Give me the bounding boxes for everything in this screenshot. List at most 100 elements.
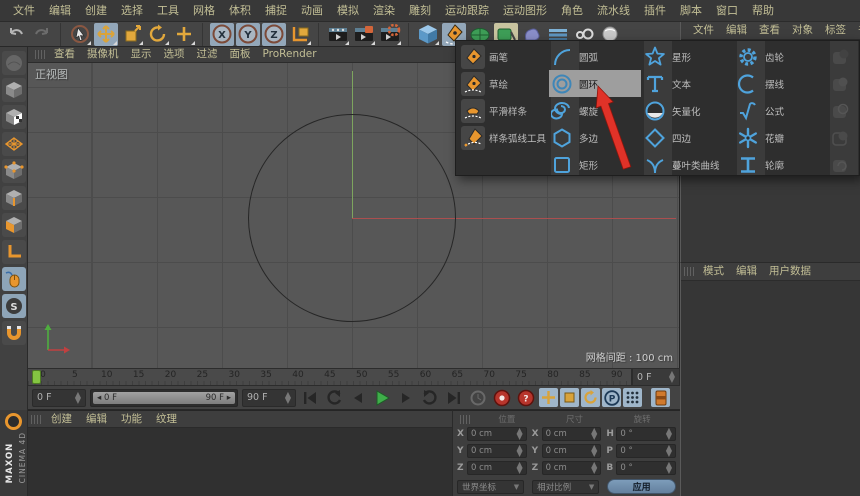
viewport-menu-item[interactable]: 摄像机: [81, 47, 125, 62]
play-forward-icon[interactable]: [371, 388, 393, 408]
menu-item-text[interactable]: 文本: [642, 70, 734, 97]
material-manager-menu-item[interactable]: 功能: [114, 411, 149, 427]
key-position-icon[interactable]: [539, 388, 558, 407]
rot-p-field[interactable]: 0 ° ▲ ▼: [616, 444, 676, 458]
edges-mode-icon[interactable]: [1, 186, 26, 210]
key-scale-icon[interactable]: [560, 388, 579, 407]
menu-item[interactable]: 模拟: [330, 0, 366, 21]
menu-item-nside[interactable]: 多边: [549, 124, 641, 151]
menu-item-spline-arc-tool[interactable]: 样条弧线工具: [458, 124, 548, 151]
snap-icon[interactable]: S: [1, 294, 26, 318]
timeline-window-icon[interactable]: [651, 388, 670, 407]
rot-h-field[interactable]: 0 ° ▲ ▼: [616, 427, 676, 441]
magnet-icon[interactable]: [1, 321, 26, 345]
move-icon[interactable]: [94, 22, 118, 46]
key-parameter-icon[interactable]: P: [602, 388, 621, 407]
rot-b-field[interactable]: 0 ° ▲ ▼: [616, 461, 676, 475]
menu-item[interactable]: 文件: [6, 0, 42, 21]
ratio-mode-dropdown[interactable]: 相对比例 ▼: [532, 479, 600, 494]
menu-item[interactable]: 体积: [222, 0, 258, 21]
size-z-field[interactable]: 0 cm ▲ ▼: [541, 461, 602, 475]
menu-item[interactable]: 创建: [78, 0, 114, 21]
menu-item-cycloid[interactable]: 摆线: [735, 70, 827, 97]
preview-range-bar[interactable]: ◂ 0 F 90 F ▸: [93, 391, 235, 404]
goto-end-icon[interactable]: [443, 388, 465, 408]
preview-range-slider[interactable]: ◂ 0 F 90 F ▸: [90, 388, 238, 407]
menu-item-flower[interactable]: 花瓣: [735, 124, 827, 151]
spinner-icon[interactable]: ▲ ▼: [75, 390, 81, 404]
panel-grip-icon[interactable]: [35, 50, 45, 59]
material-manager-menu-item[interactable]: 创建: [44, 411, 79, 427]
viewport-menu-item[interactable]: 选项: [158, 47, 191, 62]
menu-item-profile[interactable]: 花瓣 轮廓: [735, 151, 827, 178]
menu-item[interactable]: 运动跟踪: [438, 0, 496, 21]
coordinate-system-icon[interactable]: [288, 23, 312, 46]
preview-frame-field[interactable]: 0 F ▲ ▼: [632, 368, 680, 386]
size-y-field[interactable]: 0 cm ▲ ▼: [541, 444, 602, 458]
circle-spline-object[interactable]: [248, 114, 456, 322]
attribute-manager-menu-item[interactable]: 模式: [697, 263, 730, 280]
attribute-manager-menu-item[interactable]: 用户数据: [763, 263, 817, 280]
viewport-menu-item[interactable]: 面板: [224, 47, 257, 62]
menu-item-vectorizer[interactable]: 矢量化: [642, 97, 734, 124]
pos-x-field[interactable]: 0 cm ▲ ▼: [467, 427, 527, 441]
material-manager-menu-item[interactable]: 纹理: [149, 411, 184, 427]
menu-item[interactable]: 捕捉: [258, 0, 294, 21]
object-manager-menu-item[interactable]: 文件: [687, 22, 720, 39]
rotate-icon[interactable]: [146, 23, 170, 46]
material-manager-menu-item[interactable]: 编辑: [79, 411, 114, 427]
menu-item-gear[interactable]: 齿轮: [735, 43, 827, 70]
menu-item[interactable]: 动画: [294, 0, 330, 21]
viewport-solo-icon[interactable]: [1, 267, 26, 291]
spinner-icon[interactable]: ▲ ▼: [285, 390, 291, 404]
object-manager-menu-item[interactable]: 书签: [852, 22, 860, 39]
record-disabled-icon[interactable]: [467, 388, 489, 408]
panel-grip-icon[interactable]: [684, 267, 694, 276]
goto-start-icon[interactable]: [299, 388, 321, 408]
spinner-icon[interactable]: ▲ ▼: [669, 370, 675, 384]
add-cube-icon[interactable]: [416, 23, 440, 46]
apply-button[interactable]: 应用: [607, 479, 676, 494]
last-tool-icon[interactable]: [172, 23, 196, 46]
pos-z-field[interactable]: 0 cm ▲ ▼: [467, 461, 527, 475]
attribute-manager-menu-item[interactable]: 编辑: [730, 263, 763, 280]
menu-item-helix[interactable]: 螺旋: [549, 97, 641, 124]
menu-item[interactable]: 流水线: [590, 0, 637, 21]
panel-grip-icon[interactable]: [31, 414, 41, 424]
object-manager-menu-item[interactable]: 标签: [819, 22, 852, 39]
object-manager-menu-item[interactable]: 对象: [786, 22, 819, 39]
undo-icon[interactable]: [4, 23, 28, 46]
x-axis-lock-icon[interactable]: X: [210, 22, 234, 46]
viewport-menu-item[interactable]: ProRender: [257, 47, 323, 62]
menu-item[interactable]: 网格: [186, 0, 222, 21]
z-axis-lock-icon[interactable]: Z: [262, 22, 286, 46]
menu-item[interactable]: 插件: [637, 0, 673, 21]
menu-item[interactable]: 窗口: [709, 0, 745, 21]
end-frame-field[interactable]: 90 F ▲ ▼: [242, 388, 296, 407]
menu-item-sketch[interactable]: 草绘: [458, 70, 548, 97]
object-manager-menu-item[interactable]: 编辑: [720, 22, 753, 39]
menu-item-foursides[interactable]: 四边: [642, 124, 734, 151]
menu-item-spline-smooth[interactable]: 平滑样条: [458, 97, 548, 124]
menu-item[interactable]: 运动图形: [496, 0, 554, 21]
menu-item[interactable]: 编辑: [42, 0, 78, 21]
coordinate-mode-dropdown[interactable]: 世界坐标 ▼: [457, 479, 525, 494]
menu-item-cissoid[interactable]: 蔓叶类曲线: [642, 151, 734, 178]
menu-item-pen[interactable]: 画笔: [458, 43, 548, 70]
live-selection-icon[interactable]: [68, 23, 92, 46]
viewport-menu-item[interactable]: 查看: [48, 47, 81, 62]
menu-item[interactable]: 渲染: [366, 0, 402, 21]
viewport-menu-item[interactable]: 过滤: [191, 47, 224, 62]
object-manager-menu-item[interactable]: 查看: [753, 22, 786, 39]
current-frame-field[interactable]: 0 F ▲ ▼: [32, 388, 86, 407]
autokey-icon[interactable]: ?: [515, 388, 537, 408]
previous-frame-icon[interactable]: [347, 388, 369, 408]
y-axis-lock-icon[interactable]: Y: [236, 22, 260, 46]
render-view-icon[interactable]: [326, 23, 350, 46]
texture-mode-icon[interactable]: [1, 105, 26, 129]
menu-item-circle[interactable]: 圆环: [549, 70, 641, 97]
menu-item-rectangle[interactable]: 矩形: [549, 151, 641, 178]
render-picture-viewer-icon[interactable]: [352, 23, 376, 46]
menu-item-arc[interactable]: 圆弧: [549, 43, 641, 70]
polygons-mode-icon[interactable]: [1, 213, 26, 237]
